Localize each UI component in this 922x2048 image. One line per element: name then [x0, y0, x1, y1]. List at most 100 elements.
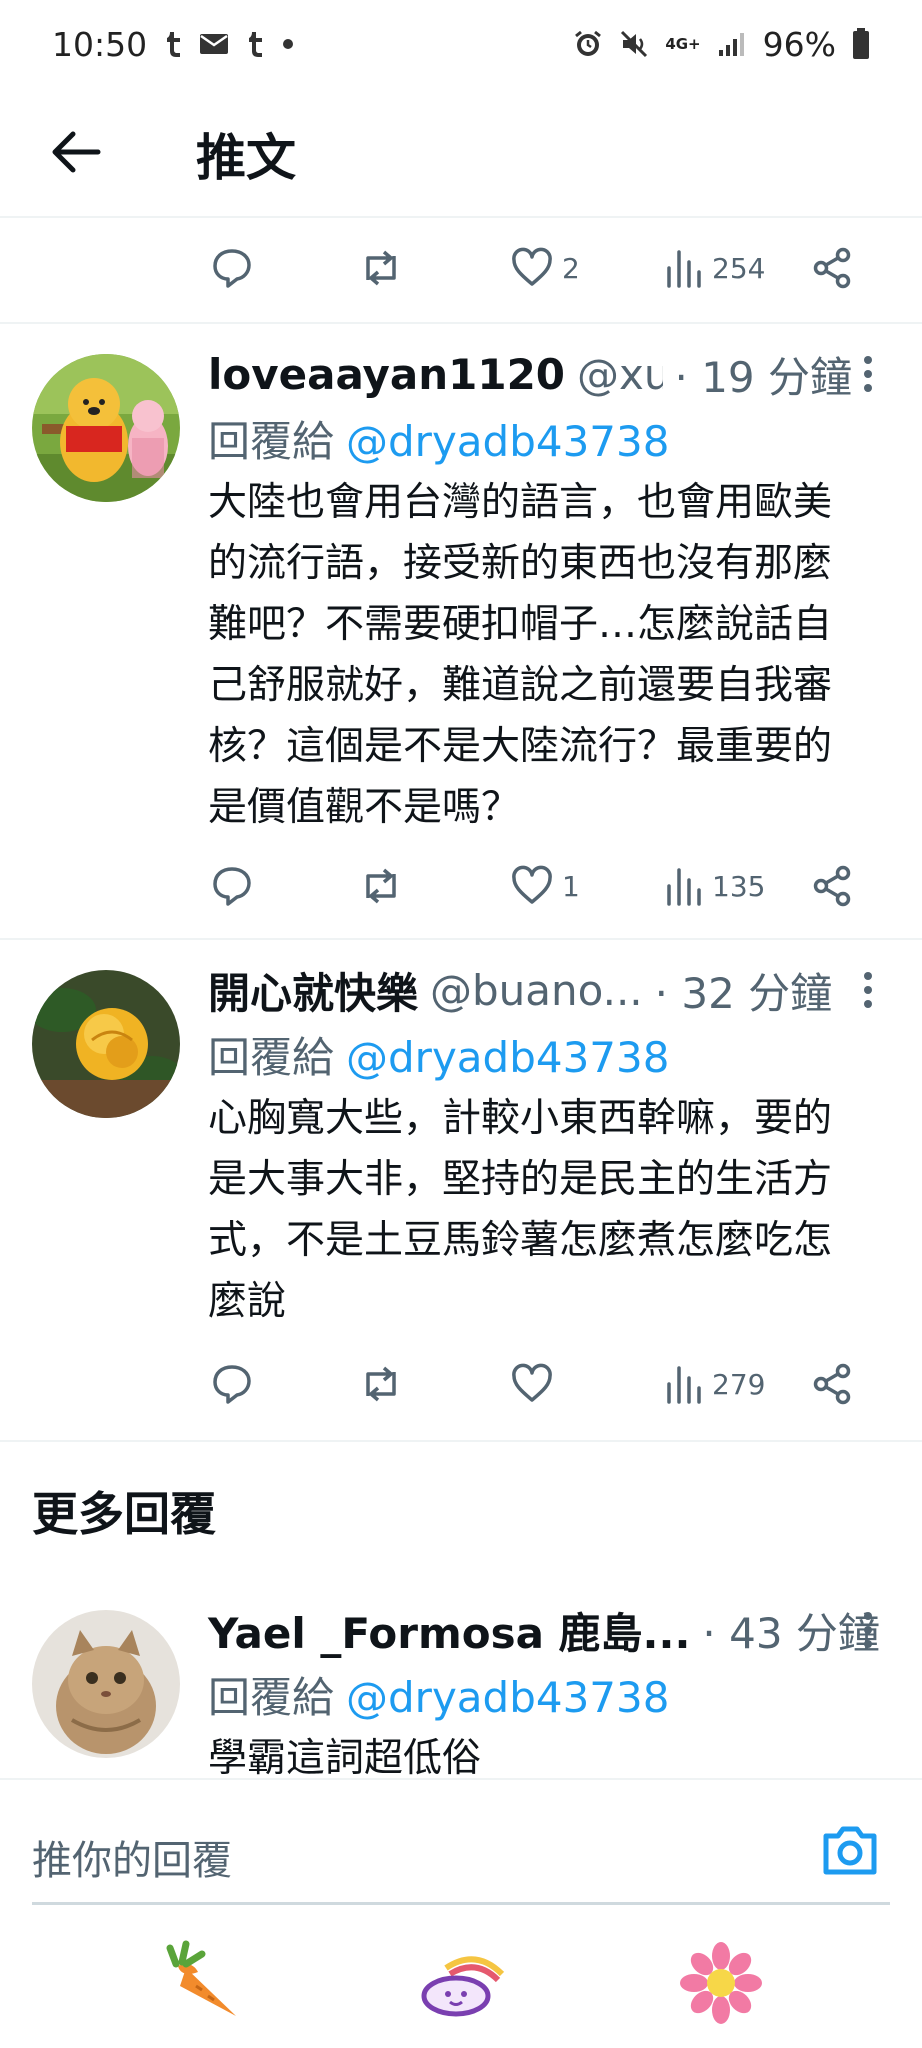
- share-icon: [813, 1363, 851, 1405]
- retweet-button[interactable]: [356, 1344, 406, 1424]
- avatar[interactable]: [32, 1610, 180, 1758]
- reply-input[interactable]: 推你的回覆: [32, 1828, 232, 1886]
- like-button[interactable]: 2: [510, 228, 580, 308]
- reply-composer: 推你的回覆: [0, 1778, 922, 2048]
- more-options-icon[interactable]: [858, 970, 878, 1010]
- alarm-icon: [573, 29, 603, 59]
- reply-icon: [213, 1365, 251, 1404]
- tweet-text-line: 大陸也會用台灣的語言，也會用歐美: [208, 480, 833, 525]
- reply-tweet[interactable]: 開心就快樂 @buano... · 32 分鐘 回覆給 @dryadb43738 …: [0, 940, 922, 1440]
- avatar[interactable]: [32, 354, 180, 502]
- flower-emoji-icon[interactable]: [676, 1938, 766, 2028]
- rainbow-cloud-emoji-icon[interactable]: [416, 1938, 506, 2028]
- retweet-icon: [366, 250, 396, 286]
- battery-percent: 96%: [762, 24, 836, 64]
- tweet-text: 大陸也會用台灣的語言，也會用歐美 的流行語，接受新的東西也沒有那麼 難吧？不需要…: [208, 472, 888, 838]
- tweet-text-line: 心胸寬大些，計較小東西幹嘛，要的: [208, 1096, 833, 1141]
- tweet-text: 心胸寬大些，計較小東西幹嘛，要的 是大事大非，堅持的是民主的生活方 式，不是土豆…: [208, 1088, 888, 1332]
- like-count: 2: [562, 251, 580, 285]
- views-count: 254: [712, 251, 766, 285]
- input-underline: [32, 1902, 890, 1905]
- tweet-text-line: 是價值觀不是嗎？: [208, 785, 521, 830]
- timestamp: · 32 分鐘: [654, 968, 833, 1018]
- carrot-emoji-icon[interactable]: [156, 1938, 246, 2028]
- tweet-text-line: 核？這個是不是大陸流行？最重要的: [208, 724, 833, 769]
- tweet-actions: 2 254: [0, 228, 922, 308]
- heart-icon: [512, 1363, 552, 1402]
- tweet-text-line: 難吧？不需要硬扣帽子…怎麼說話自: [208, 602, 833, 647]
- section-title: 更多回覆: [32, 1487, 216, 1541]
- battery-icon: [852, 28, 870, 60]
- share-button[interactable]: [810, 846, 854, 926]
- tweet-text-line: 麼說: [208, 1279, 287, 1324]
- signal-icon: [717, 30, 747, 58]
- mute-icon: [619, 29, 649, 59]
- tweet-header: 開心就快樂 @buano... · 32 分鐘: [208, 962, 852, 1018]
- tumblr-icon: [245, 30, 265, 58]
- reply-button[interactable]: [210, 1344, 254, 1424]
- views-icon: [667, 1366, 701, 1404]
- top-app-bar: 推文: [0, 88, 922, 218]
- divider: [0, 1440, 922, 1442]
- tweet-text-line: 是大事大非，堅持的是民主的生活方: [208, 1157, 833, 1202]
- page-title: 推文: [196, 129, 296, 187]
- reply-label: 回覆給: [208, 1033, 335, 1082]
- reply-context: 回覆給 @dryadb43738: [208, 408, 669, 469]
- clock: 10:50: [52, 24, 148, 64]
- display-name[interactable]: 開心就快樂: [208, 960, 418, 1021]
- tweet-text-line: 的流行語，接受新的東西也沒有那麼: [208, 541, 833, 586]
- tweet-text-line: 己舒服就好，難道說之前還要自我審: [208, 663, 833, 708]
- share-button[interactable]: [810, 228, 854, 308]
- dot-icon: [281, 37, 295, 51]
- reply-tweet[interactable]: Yael _Formosa 鹿島... · 43 分鐘 回覆給 @dryadb43…: [0, 1580, 922, 1781]
- like-button[interactable]: [510, 1344, 562, 1424]
- retweet-button[interactable]: [356, 228, 406, 308]
- tweet-text-line: 式，不是土豆馬鈴薯怎麼煮怎麼吃怎: [208, 1218, 833, 1263]
- reply-mention-link[interactable]: @dryadb43738: [346, 1673, 669, 1722]
- heart-icon: [512, 865, 552, 904]
- reply-label: 回覆給: [208, 1673, 335, 1722]
- display-name[interactable]: Yael _Formosa 鹿島...: [208, 1600, 690, 1661]
- reply-context: 回覆給 @dryadb43738: [208, 1664, 669, 1725]
- reply-icon: [213, 249, 251, 288]
- reply-mention-link[interactable]: @dryadb43738: [346, 1033, 669, 1082]
- reply-context: 回覆給 @dryadb43738: [208, 1024, 669, 1085]
- like-count: 1: [562, 869, 580, 903]
- avatar[interactable]: [32, 970, 180, 1118]
- views-button[interactable]: 254: [664, 228, 765, 308]
- tweet-header: Yael _Formosa 鹿島... · 43 分鐘: [208, 1600, 880, 1661]
- share-button[interactable]: [810, 1344, 854, 1424]
- reply-label: 回覆給: [208, 417, 335, 466]
- more-options-icon[interactable]: [858, 1610, 878, 1650]
- more-options-icon[interactable]: [858, 354, 878, 394]
- timestamp: · 43 分鐘: [702, 1608, 880, 1658]
- heart-icon: [512, 247, 552, 286]
- reply-button[interactable]: [210, 846, 254, 926]
- reply-tweet[interactable]: loveaayan1120 @xu... · 19 分鐘 回覆給@dryadb4…: [0, 324, 922, 938]
- user-handle[interactable]: @buano...: [430, 966, 643, 1015]
- tweet-header: loveaayan1120 @xu... · 19 分鐘: [208, 346, 852, 402]
- like-button[interactable]: 1: [510, 846, 580, 926]
- tumblr-icon: [163, 30, 183, 58]
- views-icon: [667, 250, 701, 288]
- views-button[interactable]: 135: [664, 846, 765, 926]
- reply-button[interactable]: [210, 228, 254, 308]
- share-icon: [813, 865, 851, 907]
- tweet-actions: 279: [0, 1344, 922, 1424]
- mail-icon: [199, 32, 229, 56]
- camera-icon[interactable]: [818, 1818, 882, 1882]
- views-count: 279: [712, 1367, 766, 1401]
- views-icon: [667, 868, 701, 906]
- network-type-label: 4G+: [665, 35, 701, 53]
- tweet-actions: 1 135: [0, 846, 922, 926]
- views-button[interactable]: 279: [664, 1344, 765, 1424]
- user-handle[interactable]: @xu...: [577, 350, 662, 399]
- retweet-button[interactable]: [356, 846, 406, 926]
- display-name[interactable]: loveaayan1120: [208, 350, 565, 399]
- retweet-icon: [366, 868, 396, 904]
- share-icon: [813, 247, 851, 289]
- reply-icon: [213, 867, 251, 906]
- reply-mention-link[interactable]: @dryadb43738: [346, 417, 669, 466]
- retweet-icon: [366, 1366, 396, 1402]
- back-arrow-icon[interactable]: [46, 122, 106, 182]
